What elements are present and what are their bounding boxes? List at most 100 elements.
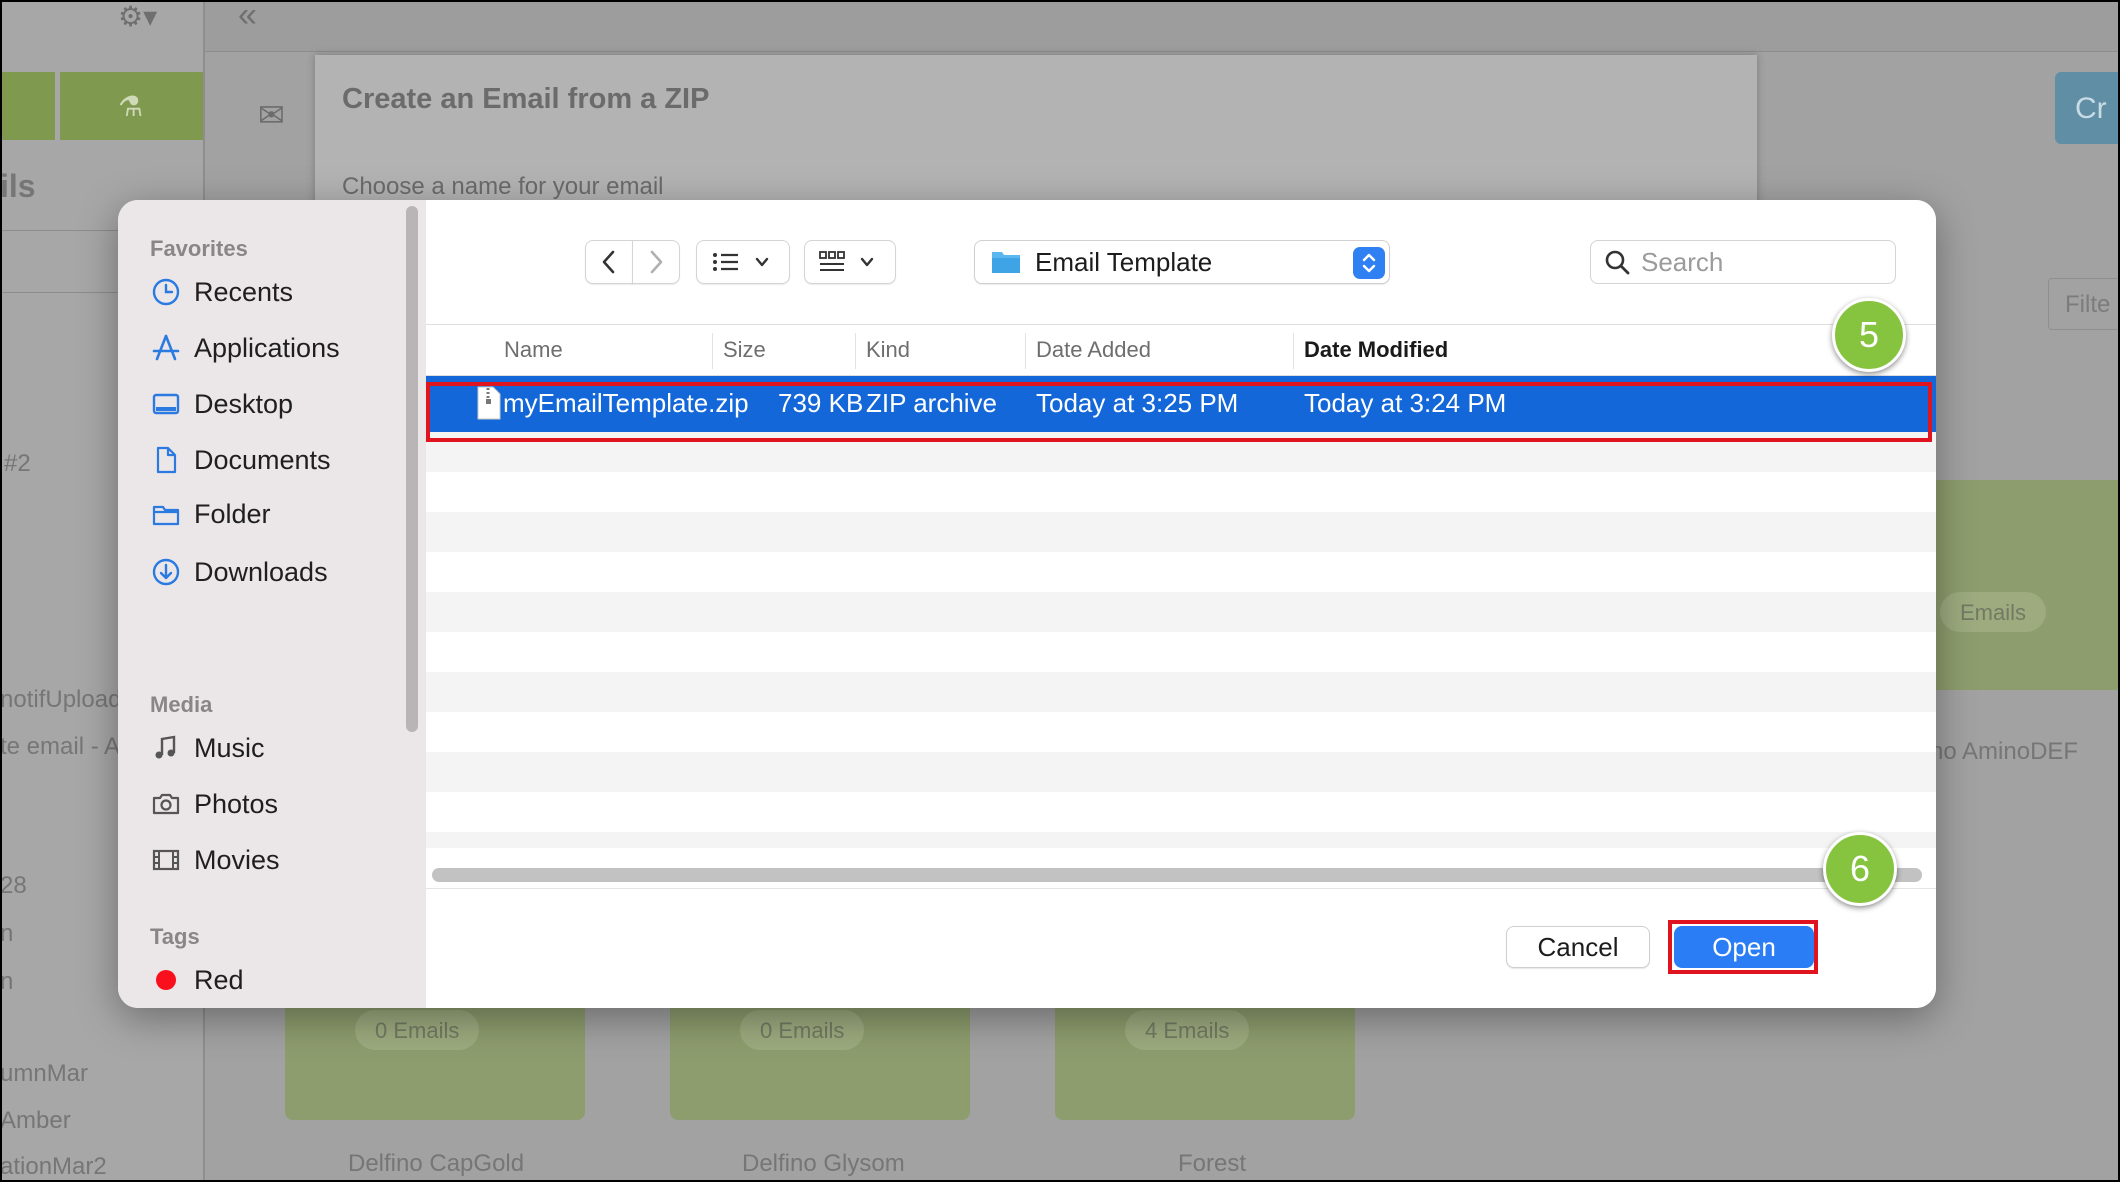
sidebar-item-documents[interactable]: Documents	[150, 440, 331, 480]
media-heading: Media	[150, 692, 213, 717]
empty-row	[426, 792, 1936, 836]
location-popup[interactable]: Email Template	[974, 240, 1390, 284]
column-header-row: Name Size Kind Date Added Date Modified	[426, 324, 1936, 376]
modal-subtitle: Choose a name for your email	[342, 173, 664, 200]
sidebar-item[interactable]: #2	[4, 450, 31, 478]
sidebar-item[interactable]: te email - A	[0, 733, 120, 761]
sidebar-item[interactable]: Amber	[0, 1107, 71, 1135]
sidebar-item-music[interactable]: Music	[150, 728, 265, 768]
empty-row	[426, 512, 1936, 552]
folder-card[interactable]: 4 Emails	[1055, 1000, 1355, 1120]
download-icon	[150, 556, 182, 588]
sidebar-item-downloads[interactable]: Downloads	[150, 552, 328, 592]
sidebar-item-label: Music	[194, 732, 265, 763]
column-header-date-added[interactable]: Date Added	[1036, 337, 1151, 363]
email-count-badge: Emails	[1940, 592, 2047, 632]
search-field[interactable]	[1590, 240, 1896, 284]
sidebar-item-label: Photos	[194, 788, 279, 819]
empty-row	[426, 712, 1936, 752]
tags-heading: Tags	[150, 924, 200, 949]
mail-icon: ✉	[258, 97, 285, 133]
empty-row	[426, 472, 1936, 512]
empty-row	[426, 672, 1936, 712]
sidebar-item-label: Applications	[194, 332, 340, 363]
folder-icon	[150, 498, 182, 530]
column-header-size[interactable]: Size	[723, 337, 766, 363]
create-email-modal: Create an Email from a ZIP Choose a name…	[315, 55, 1757, 215]
folder-name: no AminoDEF	[1930, 738, 2079, 765]
column-header-name[interactable]: Name	[504, 337, 563, 363]
music-icon	[150, 732, 182, 764]
column-header-date-modified[interactable]: Date Modified	[1304, 337, 1448, 363]
folder-name: Delfino Glysom	[742, 1150, 905, 1177]
folder-name: Delfino CapGold	[348, 1150, 525, 1177]
column-header-kind[interactable]: Kind	[866, 337, 910, 363]
app-topbar	[0, 0, 2120, 52]
filter-input[interactable]: Filte	[2048, 278, 2120, 330]
back-button[interactable]	[585, 240, 633, 284]
dialog-sidebar: Favorites Recents Applications Desktop D…	[118, 200, 426, 1008]
email-count-badge: 0 Emails	[740, 1010, 865, 1050]
email-count-badge: 0 Emails	[355, 1010, 480, 1050]
sidebar-item-photos[interactable]: Photos	[150, 784, 278, 824]
sidebar-item[interactable]: 28	[0, 872, 27, 900]
camera-icon	[150, 788, 182, 820]
sidebar-item-label: Documents	[194, 444, 331, 475]
favorites-heading: Favorites	[150, 236, 248, 261]
folder-card[interactable]: 0 Emails	[285, 1000, 585, 1120]
search-icon	[1605, 250, 1630, 275]
step-6-badge: 6	[1823, 832, 1897, 906]
empty-row	[426, 592, 1936, 632]
sidebar-item[interactable]: notifUpload	[0, 686, 121, 714]
applications-icon	[150, 332, 182, 364]
location-label: Email Template	[1035, 246, 1213, 277]
list-icon	[713, 253, 769, 271]
clock-icon	[150, 276, 182, 308]
create-button[interactable]: Cr	[2055, 72, 2120, 144]
sidebar-item-label: Desktop	[194, 388, 294, 419]
modal-title: Create an Email from a ZIP	[342, 83, 710, 115]
file-browser: Email Template Name Size Kind Date Added…	[426, 200, 1936, 1008]
sidebar-item-label: Recents	[194, 276, 294, 307]
sidebar-item[interactable]: ationMar2	[0, 1153, 107, 1181]
sidebar-item-tag-red[interactable]: Red	[150, 960, 244, 1000]
flask-icon: ⚗	[118, 91, 144, 122]
sidebar-item-label: Downloads	[194, 556, 328, 587]
chevron-left-icon	[602, 250, 615, 274]
list-view-button[interactable]	[696, 240, 790, 284]
scrollbar-thumb[interactable]	[432, 868, 1922, 882]
highlight-box-open	[1668, 920, 1818, 974]
sidebar-item-folder[interactable]: Folder	[150, 494, 271, 534]
highlight-box-file	[426, 382, 1932, 442]
chevron-right-icon	[650, 250, 663, 274]
sidebar-item[interactable]: n	[0, 920, 13, 948]
sidebar-item-applications[interactable]: Applications	[150, 328, 340, 368]
folder-icon	[992, 252, 1020, 273]
empty-row	[426, 552, 1936, 592]
email-count-badge: 4 Emails	[1125, 1010, 1250, 1050]
sidebar-item-desktop[interactable]: Desktop	[150, 384, 293, 424]
sidebar-item-label: Red	[194, 964, 244, 995]
search-input[interactable]	[1641, 246, 1881, 278]
folder-card[interactable]: 0 Emails	[670, 1000, 970, 1120]
folder-name: Forest	[1178, 1150, 1247, 1177]
cancel-button[interactable]: Cancel	[1506, 926, 1650, 968]
sidebar-item-label: Movies	[194, 844, 280, 875]
horizontal-scrollbar[interactable]	[432, 860, 1922, 890]
group-view-button[interactable]	[804, 240, 896, 284]
empty-row	[426, 752, 1936, 792]
sidebar-item-recents[interactable]: Recents	[150, 272, 293, 312]
sidebar-item[interactable]: n	[0, 968, 13, 996]
forward-button[interactable]	[632, 240, 680, 284]
gear-icon[interactable]: ⚙▾	[118, 0, 157, 33]
sidebar-item-label: Folder	[194, 498, 271, 529]
red-tag-icon	[150, 964, 182, 996]
sidebar-scrollbar[interactable]	[406, 206, 418, 732]
sidebar-item[interactable]: umnMar	[0, 1060, 88, 1088]
collapse-icon[interactable]: «	[238, 0, 257, 35]
grid-icon	[819, 251, 874, 271]
desktop-icon	[150, 388, 182, 420]
sidebar-tab[interactable]	[0, 72, 55, 140]
empty-row	[426, 632, 1936, 672]
sidebar-item-movies[interactable]: Movies	[150, 840, 280, 880]
